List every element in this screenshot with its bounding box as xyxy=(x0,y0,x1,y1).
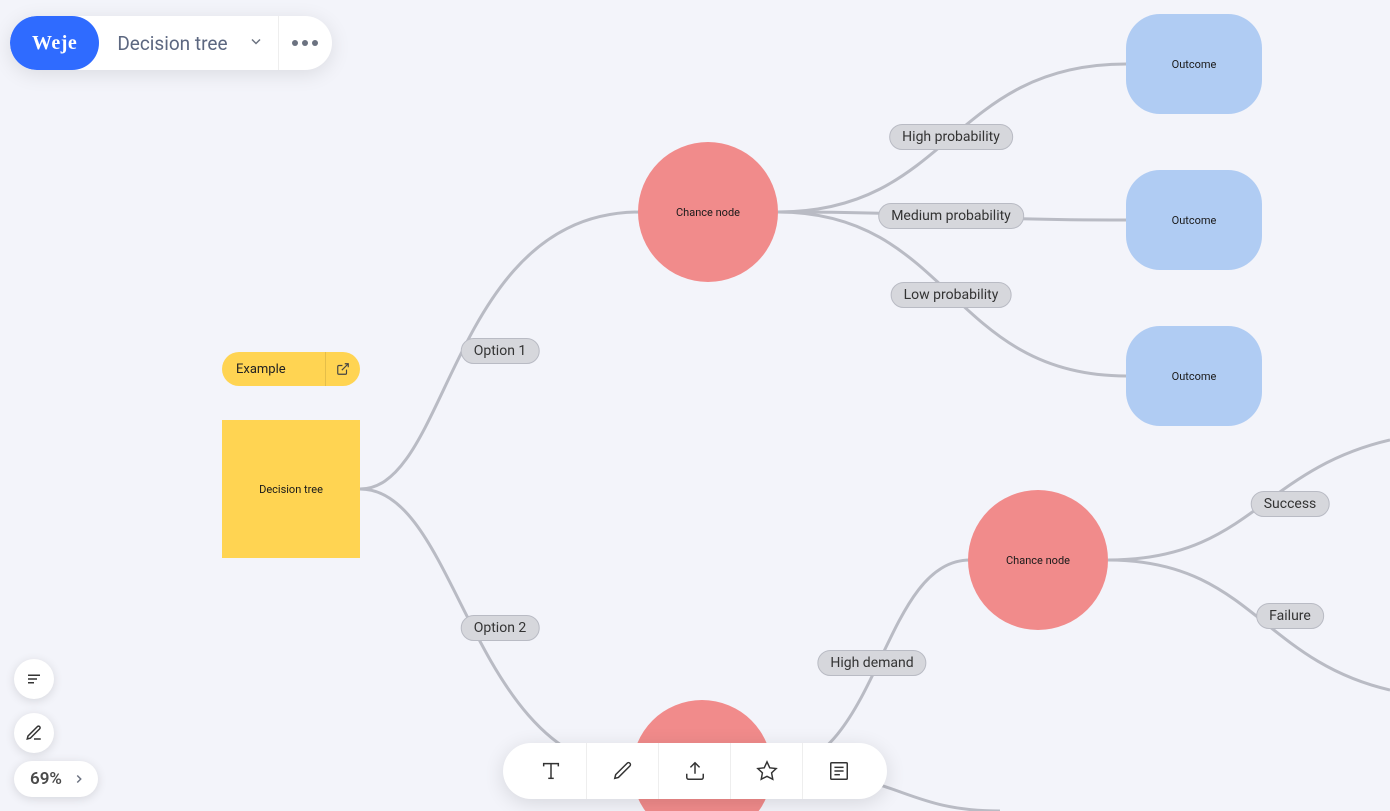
layout-icon xyxy=(828,760,850,782)
decision-node-label: Decision tree xyxy=(259,483,323,496)
pencil-button[interactable] xyxy=(14,713,54,753)
chevron-down-icon xyxy=(248,32,264,55)
external-link-icon[interactable] xyxy=(325,352,350,386)
example-tag[interactable]: Example xyxy=(222,352,360,386)
edge-label-high-prob[interactable]: High probability xyxy=(889,124,1013,150)
edge-label-option2[interactable]: Option 2 xyxy=(461,615,540,641)
draw-tool-button[interactable] xyxy=(587,743,659,799)
canvas[interactable]: Example Decision tree Chance node Chance… xyxy=(0,0,1390,811)
chance-node-2[interactable]: Chance node xyxy=(968,490,1108,630)
edge-label-failure[interactable]: Failure xyxy=(1256,603,1324,629)
text-tool-button[interactable] xyxy=(515,743,587,799)
outcome-node-3-label: Outcome xyxy=(1172,370,1217,383)
side-controls xyxy=(14,659,54,753)
zoom-value: 69% xyxy=(30,769,62,789)
chance-node-1-label: Chance node xyxy=(676,206,740,219)
top-toolbar: Weje Decision tree xyxy=(10,16,332,70)
outcome-node-1-label: Outcome xyxy=(1172,58,1217,71)
edge-label-med-prob[interactable]: Medium probability xyxy=(878,203,1024,229)
upload-tool-button[interactable] xyxy=(659,743,731,799)
chance-node-1[interactable]: Chance node xyxy=(638,142,778,282)
zoom-control[interactable]: 69% xyxy=(14,761,98,797)
pencil-icon xyxy=(25,724,43,742)
document-title: Decision tree xyxy=(117,32,227,55)
text-icon xyxy=(540,760,562,782)
logo[interactable]: Weje xyxy=(10,16,99,70)
edge-label-high-demand[interactable]: High demand xyxy=(817,650,926,676)
star-icon xyxy=(756,760,778,782)
edge-label-low-prob[interactable]: Low probability xyxy=(891,282,1012,308)
edge-label-option1[interactable]: Option 1 xyxy=(461,338,540,364)
list-icon xyxy=(25,670,43,688)
list-view-button[interactable] xyxy=(14,659,54,699)
bottom-toolbar xyxy=(503,743,887,799)
upload-icon xyxy=(684,760,706,782)
outcome-node-1[interactable]: Outcome xyxy=(1126,14,1262,114)
layout-tool-button[interactable] xyxy=(803,743,875,799)
chevron-right-icon xyxy=(72,772,86,786)
pencil-icon xyxy=(612,760,634,782)
edge-label-success[interactable]: Success xyxy=(1251,491,1330,517)
chance-node-2-label: Chance node xyxy=(1006,554,1070,567)
outcome-node-3[interactable]: Outcome xyxy=(1126,326,1262,426)
star-tool-button[interactable] xyxy=(731,743,803,799)
decision-node[interactable]: Decision tree xyxy=(222,420,360,558)
example-tag-label: Example xyxy=(236,362,286,377)
outcome-node-2[interactable]: Outcome xyxy=(1126,170,1262,270)
more-menu-button[interactable] xyxy=(278,16,332,70)
outcome-node-2-label: Outcome xyxy=(1172,214,1217,227)
dots-icon xyxy=(292,40,298,46)
document-title-dropdown[interactable]: Decision tree xyxy=(99,16,277,70)
